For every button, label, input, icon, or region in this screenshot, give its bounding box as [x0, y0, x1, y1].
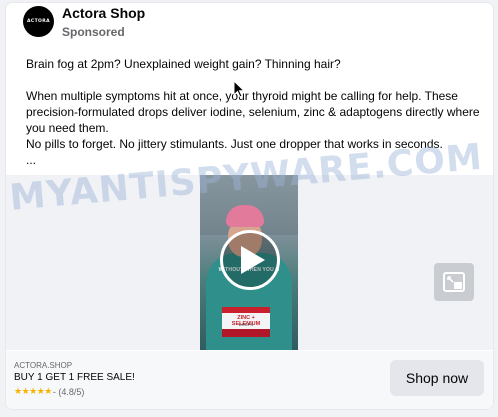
- link-domain: ACTORA.SHOP: [14, 361, 73, 370]
- product-sublabel: DROPS: [238, 322, 254, 327]
- shop-now-button[interactable]: Shop now: [390, 360, 484, 396]
- post-header: ACTORA Actora Shop Sponsored: [6, 3, 493, 51]
- star-icons: ★★★★★: [14, 386, 52, 396]
- page-name-link[interactable]: Actora Shop: [62, 5, 145, 21]
- mouse-cursor-icon: [233, 79, 246, 103]
- play-icon[interactable]: [220, 230, 280, 290]
- ad-link-footer[interactable]: ACTORA.SHOP BUY 1 GET 1 FREE SALE! ★★★★★…: [6, 351, 493, 409]
- sponsored-label[interactable]: Sponsored: [62, 25, 125, 39]
- video-person-cap: [226, 205, 264, 227]
- star-rating: ★★★★★ - (4.8/5): [14, 386, 84, 397]
- rating-text: - (4.8/5): [52, 386, 85, 397]
- page-avatar[interactable]: ACTORA: [23, 6, 54, 37]
- post-text-paragraph: When multiple symptoms hit at once, your…: [26, 89, 480, 135]
- product-box: ZINC + SELENIUM DROPS: [222, 307, 270, 337]
- post-text-line: Brain fog at 2pm? Unexplained weight gai…: [26, 57, 341, 71]
- picture-in-picture-icon[interactable]: [434, 263, 474, 301]
- link-headline[interactable]: BUY 1 GET 1 FREE SALE!: [14, 372, 135, 383]
